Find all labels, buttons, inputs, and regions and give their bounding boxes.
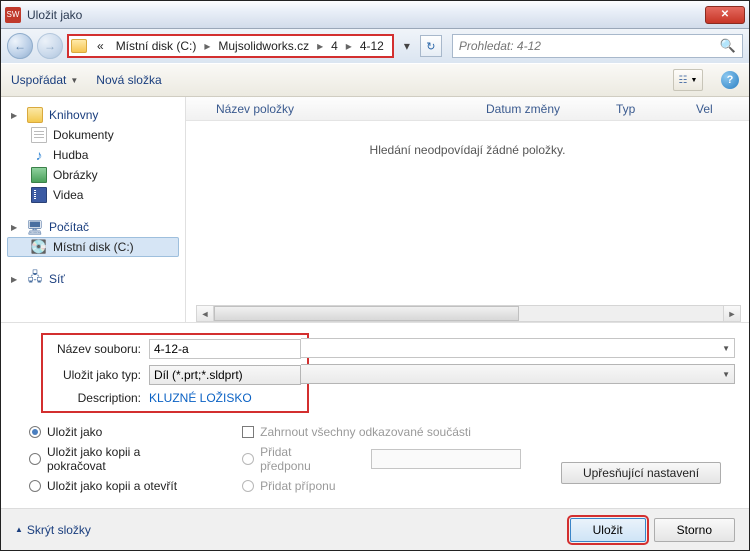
chevron-down-icon: ▼ xyxy=(70,76,78,85)
options-area: Uložit jako Uložit jako kopii a pokračov… xyxy=(29,425,721,493)
col-size[interactable]: Vel xyxy=(696,102,736,116)
tree-music[interactable]: ♪Hudba xyxy=(7,145,179,165)
filetype-label: Uložit jako typ: xyxy=(49,368,141,382)
chevron-down-icon[interactable]: ▼ xyxy=(722,370,730,379)
col-name[interactable]: Název položky xyxy=(216,102,486,116)
computer-icon: 🖥 xyxy=(27,219,43,235)
save-button[interactable]: Uložit xyxy=(570,518,646,542)
prefix-input xyxy=(371,449,521,469)
scroll-thumb[interactable] xyxy=(214,306,519,321)
tree-network[interactable]: ▶🖧Síť xyxy=(7,269,179,289)
crumb-0[interactable]: Místní disk (C:) xyxy=(110,36,203,56)
filename-input-ext[interactable]: ▼ xyxy=(301,338,735,358)
chevron-right-icon: ▸ xyxy=(344,39,354,53)
tree-libraries[interactable]: ▶Knihovny xyxy=(7,105,179,125)
col-type[interactable]: Typ xyxy=(616,102,696,116)
refresh-button[interactable]: ↻ xyxy=(420,35,442,57)
radio-icon xyxy=(242,480,254,492)
document-icon xyxy=(31,127,47,143)
opt-add-prefix: Přidat předponu xyxy=(242,445,521,473)
radio-icon xyxy=(29,453,41,465)
filename-input[interactable]: 4-12-a xyxy=(149,339,301,359)
highlighted-fields: Název souboru: 4-12-a Uložit jako typ: D… xyxy=(41,333,309,413)
empty-message: Hledání neodpovídají žádné položky. xyxy=(186,143,749,157)
list-icon: ☷ xyxy=(679,75,688,86)
column-headers[interactable]: Název položky Datum změny Typ Vel xyxy=(186,97,749,121)
filetype-combo[interactable]: Díl (*.prt;*.sldprt) xyxy=(149,365,301,385)
back-button[interactable]: ← xyxy=(7,33,33,59)
opt-saveascopy-open[interactable]: Uložit jako kopii a otevřít xyxy=(29,479,202,493)
description-label: Description: xyxy=(49,391,141,405)
pictures-icon xyxy=(31,167,47,183)
advanced-settings-button[interactable]: Upřesňující nastavení xyxy=(561,462,721,484)
description-value[interactable]: KLUZNÉ LOŽISKO xyxy=(149,391,252,405)
tree-pictures[interactable]: Obrázky xyxy=(7,165,179,185)
chevron-right-icon: ▸ xyxy=(202,39,212,53)
folder-icon xyxy=(71,39,87,53)
crumb-2[interactable]: 4 xyxy=(325,36,344,56)
videos-icon xyxy=(31,187,47,203)
hide-folders-toggle[interactable]: ▲Skrýt složky xyxy=(15,523,91,537)
opt-add-suffix: Přidat příponu xyxy=(242,479,521,493)
search-box[interactable]: 🔍 xyxy=(452,34,743,58)
breadcrumb-dropdown[interactable]: ▾ xyxy=(398,39,416,53)
breadcrumb[interactable]: « Místní disk (C:) ▸ Mujsolidworks.cz ▸ … xyxy=(67,34,394,58)
radio-icon xyxy=(242,453,254,465)
search-input[interactable] xyxy=(459,39,720,53)
horizontal-scrollbar[interactable]: ◄ ► xyxy=(196,305,741,322)
chevron-down-icon[interactable]: ▼ xyxy=(722,344,730,353)
breadcrumb-chevron[interactable]: « xyxy=(91,36,110,56)
search-icon[interactable]: 🔍 xyxy=(720,38,736,54)
titlebar: SW Uložit jako ✕ xyxy=(1,1,749,29)
form-area: Název souboru: 4-12-a Uložit jako typ: D… xyxy=(1,322,749,501)
chevron-right-icon: ▸ xyxy=(315,39,325,53)
opt-saveas[interactable]: Uložit jako xyxy=(29,425,202,439)
tree-videos[interactable]: Videa xyxy=(7,185,179,205)
tree-computer[interactable]: ▶🖥Počítač xyxy=(7,217,179,237)
opt-saveascopy-continue[interactable]: Uložit jako kopii a pokračovat xyxy=(29,445,202,473)
window-title: Uložit jako xyxy=(27,8,705,22)
nav-tree: ▶Knihovny Dokumenty ♪Hudba Obrázky Videa… xyxy=(1,97,186,322)
scroll-left[interactable]: ◄ xyxy=(197,306,214,321)
radio-icon xyxy=(29,480,41,492)
organize-button[interactable]: Uspořádat▼ xyxy=(11,73,78,87)
crumb-3[interactable]: 4-12 xyxy=(354,36,390,56)
filetype-combo-ext[interactable]: ▼ xyxy=(301,364,735,384)
network-icon: 🖧 xyxy=(27,271,43,287)
tree-documents[interactable]: Dokumenty xyxy=(7,125,179,145)
tree-localdisk[interactable]: 💽Místní disk (C:) xyxy=(7,237,179,257)
filename-label: Název souboru: xyxy=(49,342,141,356)
scroll-track[interactable] xyxy=(214,306,723,321)
help-button[interactable]: ? xyxy=(721,71,739,89)
cancel-button[interactable]: Storno xyxy=(654,518,735,542)
libraries-icon xyxy=(27,107,43,123)
music-icon: ♪ xyxy=(31,147,47,163)
footer: ▲Skrýt složky Uložit Storno xyxy=(1,508,749,550)
checkbox-icon xyxy=(242,426,254,438)
col-date[interactable]: Datum změny xyxy=(486,102,616,116)
app-icon: SW xyxy=(5,7,21,23)
opt-include-refs[interactable]: Zahrnout všechny odkazované součásti xyxy=(242,425,521,439)
disk-icon: 💽 xyxy=(31,239,47,255)
forward-button[interactable]: → xyxy=(37,33,63,59)
radio-icon xyxy=(29,426,41,438)
nav-bar: ← → « Místní disk (C:) ▸ Mujsolidworks.c… xyxy=(1,29,749,63)
toolbar: Uspořádat▼ Nová složka ☷▼ ? xyxy=(1,63,749,97)
view-mode-button[interactable]: ☷▼ xyxy=(673,69,703,91)
file-pane: Název položky Datum změny Typ Vel Hledán… xyxy=(186,97,749,322)
close-button[interactable]: ✕ xyxy=(705,6,745,24)
new-folder-button[interactable]: Nová složka xyxy=(96,73,161,87)
chevron-up-icon: ▲ xyxy=(15,525,23,534)
scroll-right[interactable]: ► xyxy=(723,306,740,321)
crumb-1[interactable]: Mujsolidworks.cz xyxy=(212,36,315,56)
